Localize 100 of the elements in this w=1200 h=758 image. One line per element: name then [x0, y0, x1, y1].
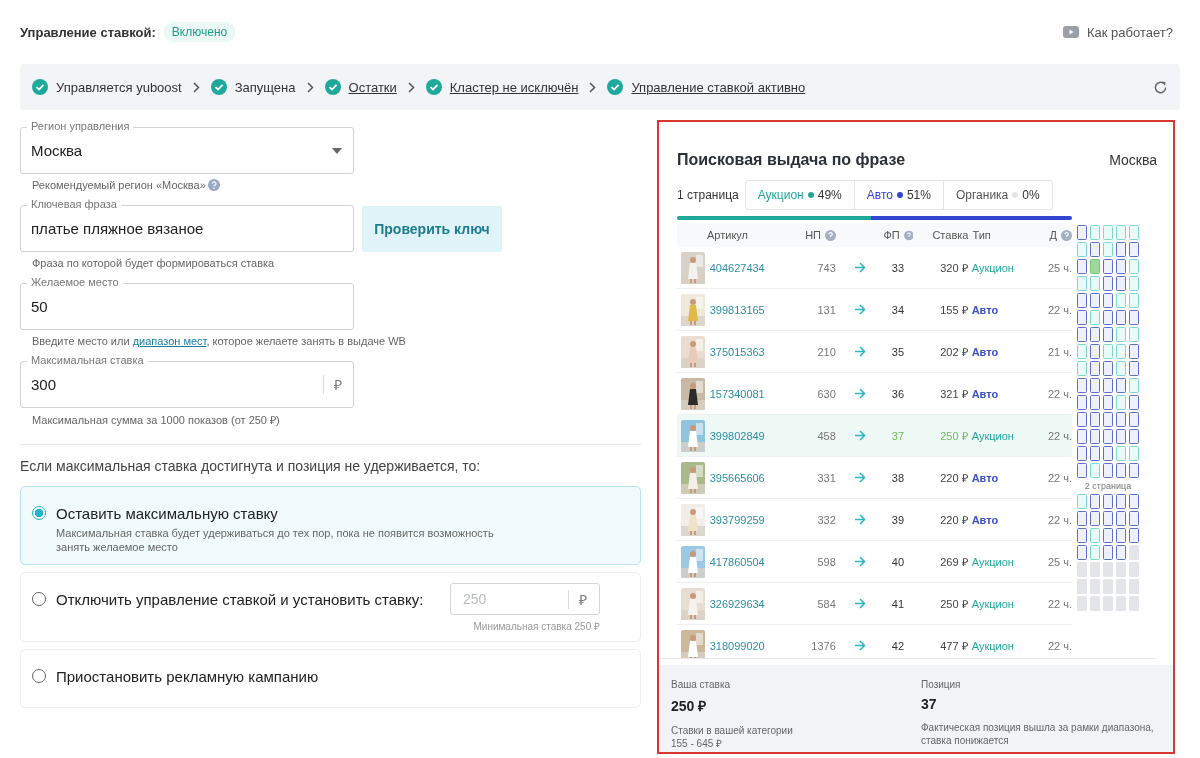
table-cell-text: 37	[890, 429, 906, 442]
position-cell	[1102, 494, 1114, 509]
table-cell-text: Аукцион	[970, 429, 1015, 442]
article-link[interactable]: 404627434	[709, 261, 792, 274]
check-key-button[interactable]: Проверить ключ	[362, 206, 502, 252]
article-link[interactable]: 417860504	[709, 555, 792, 568]
table-cell-text: 38	[890, 471, 906, 484]
table-cell-text: Авто	[970, 345, 1000, 358]
article-link[interactable]: 318099020	[709, 639, 792, 652]
position-cell	[1128, 259, 1140, 274]
position-cell	[1089, 259, 1101, 274]
position-cell	[1115, 579, 1127, 594]
position-cell	[1128, 579, 1140, 594]
help-icon[interactable]	[825, 229, 836, 241]
position-cell	[1115, 429, 1127, 444]
option-label: Отключить управление ставкой и установить ставку:	[56, 591, 424, 608]
summary-label: Ставки в вашей категории	[671, 724, 794, 737]
column-header: Тип	[971, 229, 992, 241]
position-cell	[1076, 378, 1088, 393]
option-label: Приостановить рекламную кампанию	[56, 668, 319, 685]
option-card[interactable]: Оставить максимальную ставку Максимальная ставка будет удерживаться до тех пор, пока не появится возможность занять желаемое место	[20, 486, 641, 565]
check-circle-icon	[324, 79, 341, 95]
table-cell-text: 22 ч.	[1046, 513, 1072, 526]
column-header: Д	[1049, 229, 1057, 241]
radio-button[interactable]	[32, 506, 46, 520]
article-link[interactable]: 326929634	[709, 597, 792, 610]
position-cell	[1115, 395, 1127, 410]
position-cell	[1115, 225, 1127, 240]
position-cell	[1115, 327, 1127, 342]
max-bid-field[interactable]: Максимальная ставка 300 ₽	[20, 354, 354, 408]
position-cell	[1115, 596, 1127, 611]
table-cell-text: 1376	[810, 639, 836, 652]
table-cell-text: 202 ₽	[939, 345, 968, 359]
table-cell-text: Авто	[970, 303, 1000, 316]
position-cell	[1076, 412, 1088, 427]
table-cell-text: Аукцион	[970, 597, 1015, 610]
refresh-icon[interactable]	[1153, 79, 1168, 95]
share-tab[interactable]: Авто 51%	[853, 181, 943, 209]
position-cell	[1115, 545, 1127, 560]
position-cell	[1076, 562, 1088, 577]
position-cell	[1089, 293, 1101, 308]
keyword-field[interactable]: Ключевая фраза платье пляжное вязаное	[20, 198, 354, 252]
position-cell	[1128, 562, 1140, 577]
chevron-right-icon	[306, 81, 314, 93]
check-circle-icon	[425, 79, 442, 95]
helper-text: Фраза по которой будет формироваться ставка	[32, 257, 275, 269]
arrow-right-icon	[853, 262, 866, 273]
position-cell	[1089, 225, 1101, 240]
table-cell-text: 131	[816, 303, 836, 316]
bid-input[interactable]: 250 ₽	[450, 583, 600, 615]
arrow-right-icon	[853, 472, 866, 483]
article-link[interactable]: 393799259	[709, 513, 792, 526]
position-cell	[1089, 463, 1101, 478]
share-tab[interactable]: Аукцион 49%	[745, 181, 854, 209]
position-cell	[1076, 446, 1088, 461]
step-link[interactable]: Управление ставкой активно	[631, 79, 806, 95]
help-icon[interactable]	[1061, 229, 1072, 241]
arrow-right-icon	[853, 556, 866, 567]
position-cell	[1076, 310, 1088, 325]
article-link[interactable]: 399813165	[709, 303, 792, 316]
position-cell	[1089, 395, 1101, 410]
table-cell-text: 332	[816, 513, 836, 526]
position-cell	[1102, 242, 1114, 257]
summary-label: Ваша ставка	[671, 679, 732, 690]
position-cell	[1128, 511, 1140, 526]
table-cell-text: Авто	[970, 513, 1000, 526]
desired-place-field[interactable]: Желаемое место 50	[20, 276, 354, 330]
status-badge: Включено	[163, 22, 236, 42]
help-icon[interactable]	[207, 179, 220, 191]
article-link[interactable]: 399802849	[709, 429, 792, 442]
position-cell	[1115, 293, 1127, 308]
region-select[interactable]: Регион управления Москва	[20, 120, 354, 174]
step-link[interactable]: Остатки	[348, 79, 397, 95]
share-tab[interactable]: Органика 0%	[942, 181, 1052, 209]
position-cell	[1089, 579, 1101, 594]
position-cell	[1076, 494, 1088, 509]
position-cell	[1102, 429, 1114, 444]
article-link[interactable]: 157340081	[709, 387, 792, 400]
position-cell	[1076, 361, 1088, 376]
position-cell	[1102, 446, 1114, 461]
position-cell	[1089, 327, 1101, 342]
article-link[interactable]: 395665606	[709, 471, 792, 484]
table-cell-text: 220 ₽	[939, 471, 968, 485]
how-it-works-link[interactable]: Как работает?	[1063, 24, 1173, 40]
option-card[interactable]: Приостановить рекламную кампанию	[20, 649, 641, 708]
option-card[interactable]: Отключить управление ставкой и установить ставку: 250 ₽ Минимальная ставка 250 ₽	[20, 572, 641, 642]
column-header: Ставка	[931, 229, 969, 241]
table-cell-text: 35	[890, 345, 906, 358]
hint-text: Минимальная ставка 250 ₽	[473, 620, 600, 634]
position-cell	[1102, 596, 1114, 611]
position-cell	[1102, 412, 1114, 427]
position-cell	[1089, 511, 1101, 526]
share-label: Авто	[866, 188, 893, 202]
step-link[interactable]: Кластер не исключён	[449, 79, 579, 95]
dropdown-caret-icon	[332, 147, 342, 154]
position-cell	[1102, 545, 1114, 560]
help-icon[interactable]	[903, 229, 914, 241]
arrow-right-icon	[853, 388, 866, 399]
article-link[interactable]: 375015363	[709, 345, 792, 358]
position-cell	[1089, 344, 1101, 359]
